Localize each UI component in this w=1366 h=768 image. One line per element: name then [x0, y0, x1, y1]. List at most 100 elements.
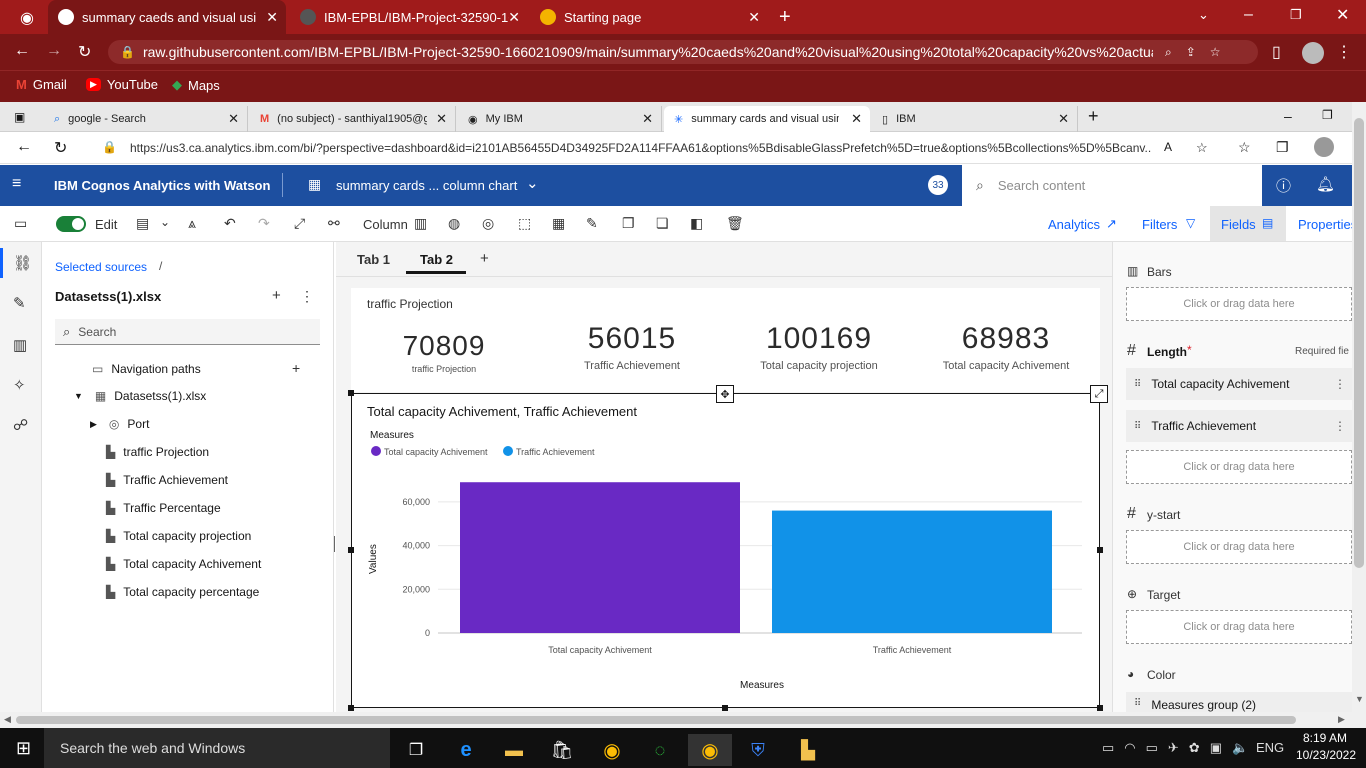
windows-start-icon[interactable]: ⊞ [16, 738, 31, 759]
new-tab-icon[interactable]: + [779, 6, 791, 29]
task-view-icon[interactable]: ❐ [394, 734, 438, 766]
profile-avatar[interactable] [1314, 137, 1334, 157]
legend-label[interactable]: Traffic Achievement [516, 447, 595, 457]
chart-bar[interactable] [772, 510, 1052, 633]
vertical-scrollbar[interactable]: ▼ [1352, 102, 1366, 728]
redo-icon[interactable]: ↷ [258, 215, 270, 232]
comment-icon[interactable]: ▭ [14, 215, 27, 232]
undo-icon[interactable]: ↶ [224, 215, 236, 232]
widgets-icon[interactable]: ✧ [13, 376, 26, 394]
more-options-icon[interactable]: ⋮ [1334, 377, 1346, 391]
dashboard-title[interactable]: summary cards ... column chart [336, 178, 517, 193]
back-icon[interactable]: ← [16, 138, 32, 156]
move-icon[interactable]: ✥ [716, 385, 734, 403]
scroll-down-icon[interactable]: ▼ [1355, 694, 1364, 704]
close-tab-icon[interactable]: ✕ [748, 9, 760, 26]
pin-icon[interactable]: ✎ [13, 294, 26, 312]
resize-handle[interactable] [722, 705, 728, 711]
drag-handle-icon[interactable]: ⠿ [1134, 698, 1141, 709]
avatar-badge[interactable]: 33 [928, 175, 948, 195]
close-tab-icon[interactable]: ✕ [436, 111, 447, 127]
field-item[interactable]: ▙ Total capacity Achivement [106, 552, 261, 576]
edge-tab-gmail[interactable]: M (no subject) - santhiyal1905@gm ✕ [250, 106, 456, 132]
edge-tab-google[interactable]: ⌕ google - Search ✕ [44, 106, 248, 132]
horizontal-scrollbar[interactable]: ◀ ▶ [0, 712, 1352, 728]
chrome-icon[interactable]: ◉ [590, 734, 634, 766]
kpi-total-capacity-achivement[interactable]: 68983 Total capacity Achivement [911, 322, 1101, 372]
length-dropzone[interactable]: Click or drag data here [1126, 450, 1352, 484]
bars-dropzone[interactable]: Click or drag data here [1126, 287, 1352, 321]
field-item[interactable]: ▙ traffic Projection [106, 440, 209, 464]
store-icon[interactable]: 🛍︎ [540, 734, 584, 766]
bookmark-star-icon[interactable]: ☆ [1210, 45, 1221, 59]
column-chart-icon[interactable]: ▥ [414, 215, 427, 232]
taskbar-search[interactable]: Search the web and Windows [44, 728, 390, 768]
add-source-icon[interactable]: + [272, 287, 281, 304]
dataset-item[interactable]: ▼ ▦ Datasetss(1).xlsx [74, 384, 206, 408]
file-explorer-icon[interactable]: ▬ [492, 734, 536, 766]
chevron-down-icon[interactable]: ⌄ [160, 215, 170, 229]
column-chart-widget[interactable]: Total capacity Achivement, Traffic Achie… [351, 393, 1100, 708]
tab-search-chevron-icon[interactable]: ⌄ [1198, 7, 1209, 23]
new-tab-icon[interactable]: + [1088, 106, 1099, 127]
resize-handle[interactable] [1097, 705, 1103, 711]
duplicate-icon[interactable]: ❏ [656, 215, 669, 232]
close-tab-icon[interactable]: ✕ [228, 111, 239, 127]
tab-1[interactable]: Tab 1 [357, 252, 390, 267]
chrome-omnibox[interactable]: 🔒 raw.githubusercontent.com/IBM-EPBL/IBM… [108, 40, 1258, 64]
delete-icon[interactable]: 🗑︎ [726, 215, 744, 232]
legend-label[interactable]: Total capacity Achivement [384, 447, 488, 457]
close-tab-icon[interactable]: ✕ [851, 111, 862, 127]
chart-bar[interactable] [460, 482, 740, 633]
scroll-thumb[interactable] [1354, 118, 1364, 568]
language-icon[interactable]: ENG [1256, 740, 1284, 755]
chrome-tab-github[interactable]: IBM-EPBL/IBM-Project-32590-16 ✕ [290, 0, 528, 34]
pin-icon[interactable]: ✎ [586, 215, 598, 232]
field-item[interactable]: ▙ Total capacity percentage [106, 580, 259, 604]
expand-icon[interactable]: ⤢ [294, 215, 305, 232]
maximize-icon[interactable]: ⤢ [1090, 385, 1108, 403]
close-window-icon[interactable]: ✕ [1336, 5, 1349, 25]
ystart-dropzone[interactable]: Click or drag data here [1126, 530, 1352, 564]
restore-icon[interactable]: ❐ [1290, 7, 1302, 23]
add-tab-icon[interactable]: + [480, 250, 489, 267]
clock-time[interactable]: 8:19 AM [1300, 731, 1350, 745]
chrome-active-icon[interactable]: ◉ [688, 734, 732, 766]
field-item[interactable]: ▙ Total capacity projection [106, 524, 251, 548]
data-sources-icon[interactable]: ⛓ [13, 254, 32, 272]
bookmark-maps[interactable]: ◆ Maps [172, 77, 220, 93]
close-tab-icon[interactable]: ✕ [1058, 111, 1069, 127]
visualization-type-label[interactable]: Column [363, 217, 408, 232]
chrome-menu-icon[interactable]: ⋮ [1336, 42, 1352, 62]
edge-tab-ibm[interactable]: ▯ IBM ✕ [872, 106, 1078, 132]
target-dropzone[interactable]: Click or drag data here [1126, 610, 1352, 644]
bookmark-youtube[interactable]: ▶ YouTube [86, 77, 158, 92]
system-tray-icons[interactable]: ▭◠▭✈✿▣🔈 [1102, 740, 1258, 756]
edit-toggle[interactable] [56, 216, 86, 232]
scroll-thumb[interactable] [16, 716, 1296, 724]
scroll-left-icon[interactable]: ◀ [4, 714, 11, 725]
profile-avatar[interactable] [1302, 42, 1324, 64]
caret-down-icon[interactable]: ▼ [74, 391, 83, 401]
field-item[interactable]: ▙ Traffic Percentage [106, 496, 221, 520]
add-favorite-icon[interactable]: ☆ [1196, 140, 1208, 156]
close-tab-icon[interactable]: ✕ [642, 111, 653, 127]
resize-handle[interactable] [348, 547, 354, 553]
content-search[interactable]: ⌕ Search content [962, 165, 1262, 206]
reload-icon[interactable]: ↻ [54, 138, 67, 158]
kpi-traffic-projection[interactable]: 70809 traffic Projection [349, 330, 539, 374]
nav-paths-item[interactable]: ▭ Navigation paths [92, 357, 201, 381]
source-search-input[interactable]: ⌕ Search [55, 319, 320, 345]
resize-handle[interactable] [348, 390, 354, 396]
notification-bell-icon[interactable]: 🔔︎ [1316, 175, 1335, 193]
shield-icon[interactable]: ⛨ [736, 734, 780, 766]
forward-icon[interactable]: → [46, 42, 62, 60]
drag-handle-icon[interactable]: ⠿ [1134, 421, 1141, 432]
edge-tab-summary[interactable]: ✳ summary cards and visual using ✕ [664, 106, 870, 132]
edge-tab-myibm[interactable]: ◉ My IBM ✕ [458, 106, 662, 132]
edge-browser-icon[interactable]: e [444, 734, 488, 766]
favorites-icon[interactable]: ☆ [1238, 139, 1251, 156]
close-tab-icon[interactable]: ✕ [508, 9, 520, 26]
select-icon[interactable]: ⬚ [518, 215, 531, 232]
caret-right-icon[interactable]: ▶ [90, 419, 97, 430]
